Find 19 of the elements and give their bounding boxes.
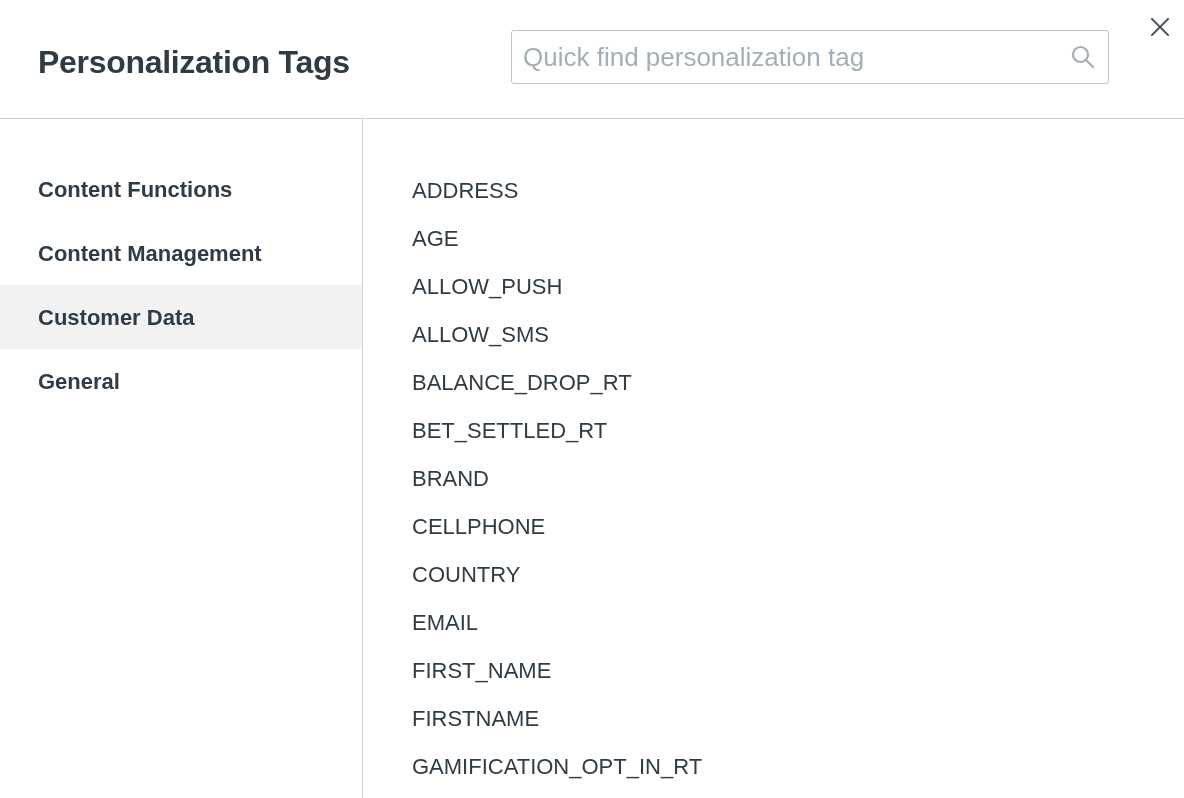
close-button[interactable] [1150, 17, 1170, 37]
tag-item[interactable]: FIRSTNAME [412, 694, 540, 742]
tag-item[interactable]: ADDRESS [412, 166, 519, 214]
sidebar-item[interactable]: Customer Data [0, 285, 362, 349]
tag-item[interactable]: ALLOW_SMS [412, 310, 549, 358]
tag-item[interactable]: BRAND [412, 454, 489, 502]
dialog-title: Personalization Tags [38, 43, 350, 82]
tag-item[interactable]: BALANCE_DROP_RT [412, 358, 632, 406]
tag-item[interactable]: COUNTRY [412, 550, 521, 598]
tag-item[interactable]: EMAIL [412, 598, 479, 646]
tag-item[interactable]: AGE [412, 214, 459, 262]
tag-item[interactable]: CELLPHONE [412, 502, 546, 550]
tag-item[interactable]: FIRST_NAME [412, 646, 552, 694]
close-icon [1151, 18, 1169, 36]
tag-item[interactable]: BET_SETTLED_RT [412, 406, 608, 454]
search-icon [1071, 45, 1095, 69]
search-field[interactable]: Quick find personalization tag [511, 30, 1109, 84]
tag-item[interactable]: ALLOW_PUSH [412, 262, 563, 310]
tag-item[interactable]: GAMIFICATION_OPT_IN_RT [412, 742, 703, 790]
